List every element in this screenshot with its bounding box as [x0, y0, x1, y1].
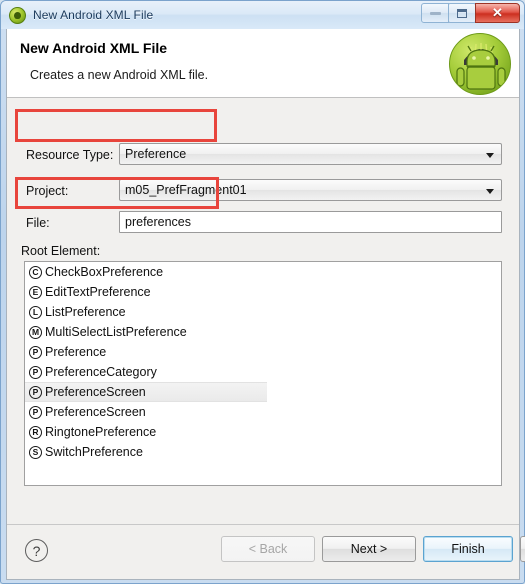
list-item[interactable]: L ListPreference: [25, 302, 501, 322]
list-item-label: PreferenceScreen: [45, 405, 146, 419]
element-type-icon: P: [29, 405, 42, 419]
element-type-icon: M: [29, 325, 42, 339]
restore-button[interactable]: [448, 3, 476, 23]
button-bar: ? < Back Next > Finish Cancel: [7, 524, 525, 579]
list-item-label: RingtonePreference: [45, 425, 157, 439]
root-element-list[interactable]: C CheckBoxPreference E EditTextPreference L L…: [24, 261, 502, 486]
minimize-icon: [429, 11, 441, 15]
back-button[interactable]: < Back: [221, 536, 315, 562]
dialog-client-area: New Android XML File Creates a new Andro…: [6, 29, 525, 580]
list-item-label: EditTextPreference: [45, 285, 151, 299]
element-type-icon: P: [29, 365, 42, 379]
list-item-label: PreferenceScreen: [45, 385, 146, 399]
element-type-icon: P: [29, 385, 42, 399]
window-title: New Android XML File: [33, 8, 154, 22]
dialog-window: New Android XML File ✕ New Android XML F…: [0, 0, 525, 584]
project-combobox[interactable]: m05_PrefFragment01: [119, 179, 502, 201]
chevron-down-icon: [486, 153, 494, 158]
resource-type-label: Resource Type:: [26, 148, 114, 162]
list-item[interactable]: E EditTextPreference: [25, 282, 501, 302]
root-element-label: Root Element:: [21, 244, 101, 258]
minimize-button[interactable]: [421, 3, 449, 23]
file-value: preferences: [125, 215, 192, 229]
window-controls: ✕: [421, 3, 520, 23]
element-type-icon: S: [29, 445, 42, 459]
list-item[interactable]: M MultiSelectListPreference: [25, 322, 501, 342]
element-type-icon: C: [29, 265, 42, 279]
list-item[interactable]: C CheckBoxPreference: [25, 262, 501, 282]
help-icon[interactable]: ?: [25, 539, 48, 562]
resource-type-value: Preference: [125, 147, 187, 161]
element-type-icon: L: [29, 305, 42, 319]
resource-type-combobox[interactable]: Preference: [119, 143, 502, 165]
android-icon: [9, 6, 26, 24]
element-type-icon: R: [29, 425, 42, 439]
chevron-down-icon: [486, 189, 494, 194]
list-item[interactable]: R RingtonePreference: [25, 422, 501, 442]
list-item-label: MultiSelectListPreference: [45, 325, 187, 339]
page-title: New Android XML File: [20, 40, 168, 56]
list-item-label: Preference: [45, 345, 107, 359]
list-item[interactable]: P PreferenceScreen: [25, 382, 267, 402]
file-label: File:: [26, 216, 50, 230]
android-logo: [449, 33, 511, 95]
list-item-label: PreferenceCategory: [45, 365, 157, 379]
wizard-header: New Android XML File Creates a new Andro…: [7, 29, 519, 98]
list-item-label: ListPreference: [45, 305, 126, 319]
list-item-label: SwitchPreference: [45, 445, 143, 459]
list-item[interactable]: P Preference: [25, 342, 501, 362]
page-description: Creates a new Android XML file.: [30, 68, 209, 82]
project-label: Project:: [26, 184, 69, 198]
list-item[interactable]: P PreferenceScreen: [25, 402, 501, 422]
list-item[interactable]: S SwitchPreference: [25, 442, 501, 462]
restore-icon: [457, 8, 467, 18]
element-type-icon: E: [29, 285, 42, 299]
close-button[interactable]: ✕: [475, 3, 520, 23]
cancel-button[interactable]: Cancel: [520, 536, 525, 562]
project-value: m05_PrefFragment01: [125, 183, 247, 197]
element-type-icon: P: [29, 345, 42, 359]
next-button[interactable]: Next >: [322, 536, 416, 562]
file-input[interactable]: preferences: [119, 211, 502, 233]
list-item-label: CheckBoxPreference: [45, 265, 164, 279]
list-item[interactable]: P PreferenceCategory: [25, 362, 501, 382]
title-bar: New Android XML File ✕: [1, 1, 524, 29]
finish-button[interactable]: Finish: [423, 536, 513, 562]
